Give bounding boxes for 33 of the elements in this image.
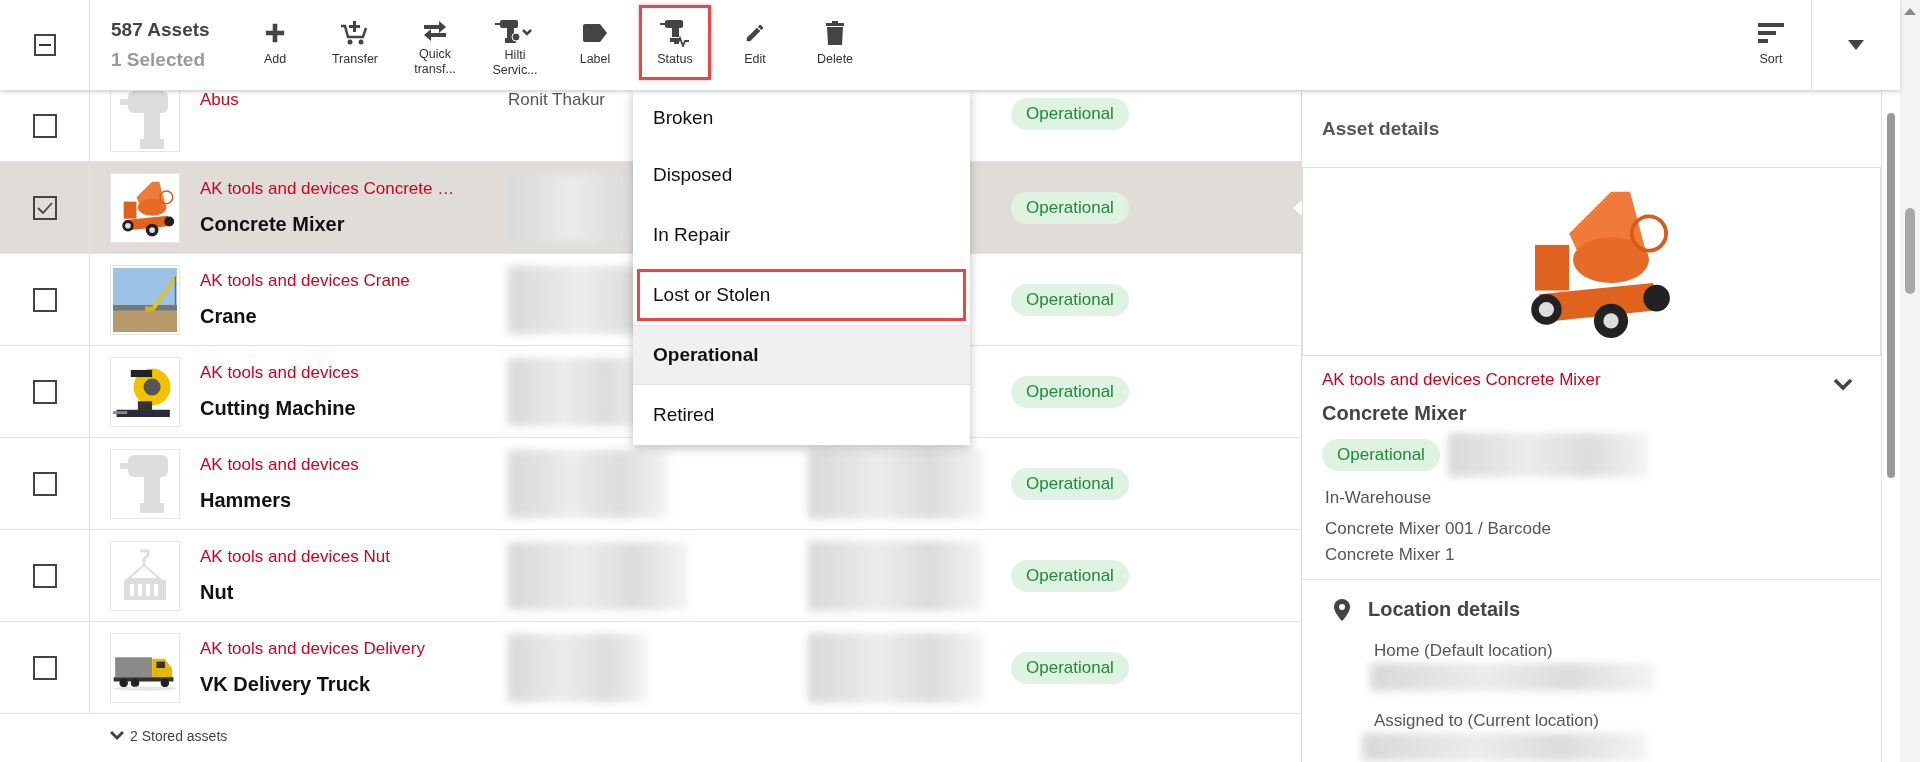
section-title: Location details [1368, 598, 1521, 621]
asset-brand: AK tools and devices Concrete Mixer [1322, 370, 1601, 390]
asset-brand: AK tools and devices [200, 363, 360, 383]
asset-brand: AK tools and devices Delivery [200, 639, 426, 659]
asset-brand: AK tools and devices [200, 455, 360, 475]
status-badge: Operational [1322, 439, 1440, 471]
status-badge: Operational [1011, 98, 1129, 130]
asset-name: Nut [200, 581, 235, 604]
asset-brand: AK tools and devices Concrete … [200, 179, 456, 199]
panel-title: Asset details [1322, 117, 1440, 140]
field-label: Assigned to (Current location) [1374, 711, 1600, 731]
selected-count: 1 Selected [111, 49, 206, 71]
asset-name: Concrete Mixer [1322, 402, 1468, 425]
asset-brand: AK tools and devices Nut [200, 547, 391, 567]
detail-line: Concrete Mixer 1 [1325, 545, 1456, 565]
owner-name: Ronit Thakur [508, 90, 605, 110]
asset-name: VK Delivery Truck [200, 673, 372, 696]
asset-count: 587 Assets [111, 19, 211, 41]
status-badge: Operational [1011, 559, 1129, 592]
status-badge: Operational [1011, 283, 1129, 316]
detail-line: In-Warehouse [1325, 488, 1433, 508]
status-badge: Operational [1011, 375, 1129, 408]
asset-name: Cutting Machine [200, 397, 357, 420]
asset-brand: Abus [200, 90, 240, 110]
asset-name: Concrete Mixer [200, 213, 346, 236]
status-badge: Operational [1011, 651, 1129, 684]
asset-brand: AK tools and devices Crane [200, 271, 411, 291]
status-badge: Operational [1011, 191, 1129, 224]
field-label: Home (Default location) [1374, 641, 1554, 661]
detail-line: Concrete Mixer 001 / Barcode [1325, 519, 1552, 539]
status-badge: Operational [1011, 467, 1129, 500]
asset-name: Hammers [200, 489, 293, 512]
asset-name: Crane [200, 305, 258, 328]
